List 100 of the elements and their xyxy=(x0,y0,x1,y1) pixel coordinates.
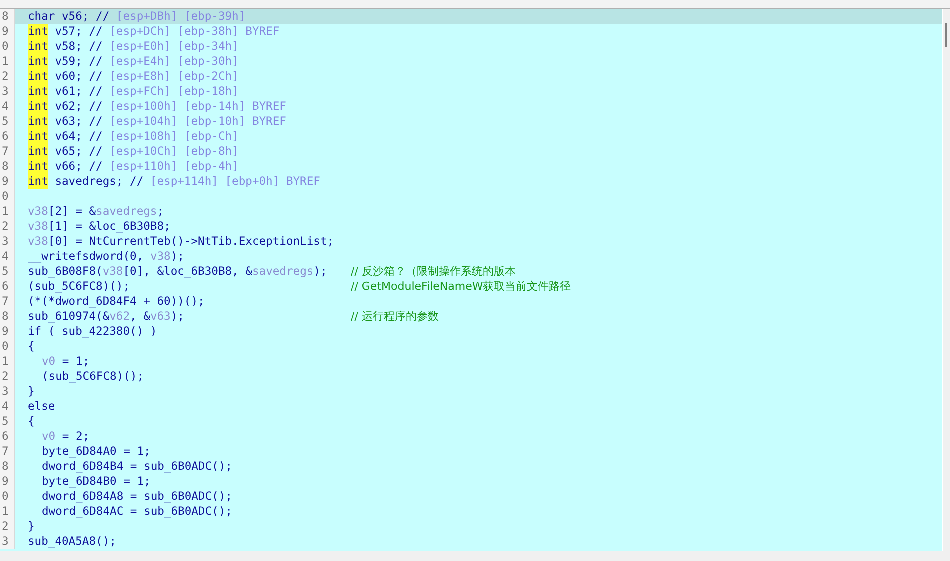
variable-name: v38 xyxy=(150,249,171,264)
line-number: 2 xyxy=(0,219,15,234)
line-number: 5 xyxy=(0,114,15,129)
line-number: 2 xyxy=(0,69,15,84)
keyword-highlight: int xyxy=(28,129,48,144)
code-text: ); xyxy=(314,264,328,279)
code-text: { xyxy=(28,339,35,354)
variable-name: v38 xyxy=(102,264,124,279)
code-text: = 2; xyxy=(61,429,90,444)
code-line[interactable]: 3 int v61; // [esp+FCh] [ebp-18h] xyxy=(0,84,942,99)
stack-comment: [esp+110h] [ebp-4h] xyxy=(108,159,239,174)
stack-comment: [esp+E0h] [ebp-34h] xyxy=(108,39,239,54)
code-line[interactable]: 1 int v59; // [esp+E4h] [ebp-30h] xyxy=(0,54,942,69)
line-number: 0 xyxy=(0,489,15,504)
line-number: 6 xyxy=(0,429,15,444)
variable-name: v62 xyxy=(110,309,130,324)
line-number: 7 xyxy=(0,444,15,459)
keyword-highlight: int xyxy=(28,54,48,69)
code-line[interactable]: 0 xyxy=(0,189,942,204)
code-line[interactable]: 8 sub_610974(&v62, &v63); // 运行程序的参数 xyxy=(0,309,942,324)
code-line[interactable]: 9 if ( sub_422380() ) xyxy=(0,324,942,339)
code-line[interactable]: 8 int v66; // [esp+110h] [ebp-4h] xyxy=(0,159,942,174)
keyword-highlight: int xyxy=(28,24,48,39)
code-line[interactable]: 1 v0 = 1; xyxy=(0,354,942,369)
code-text: __writefsdword(0, xyxy=(28,249,145,264)
line-number: 4 xyxy=(0,99,15,114)
code-line[interactable]: 4 int v62; // [esp+100h] [ebp-14h] BYREF xyxy=(0,99,942,114)
variable-name: v38 xyxy=(28,234,48,249)
line-number: 3 xyxy=(0,234,15,249)
keyword-highlight: int xyxy=(28,174,48,189)
line-number: 0 xyxy=(0,339,15,354)
variable-name: v0 xyxy=(42,354,56,369)
code-text: (*(*dword_6D84F4 + 60))(); xyxy=(28,294,205,309)
code-text: else xyxy=(28,399,56,414)
line-number: 6 xyxy=(0,279,15,294)
line-number: 8 xyxy=(0,309,15,324)
line-number: 1 xyxy=(0,204,15,219)
code-line[interactable]: 1 dword_6D84AC = sub_6B0ADC(); xyxy=(0,504,942,519)
line-number: 9 xyxy=(0,474,15,489)
stack-comment: [esp+10Ch] [ebp-8h] xyxy=(108,144,239,159)
variable-name: v0 xyxy=(42,429,56,444)
code-line[interactable]: 0 int v58; // [esp+E0h] [ebp-34h] xyxy=(0,39,942,54)
code-line[interactable]: 2 v38[1] = &loc_6B30B8; xyxy=(0,219,942,234)
scrollbar-thumb[interactable] xyxy=(945,23,947,47)
code-text: if ( sub_422380() ) xyxy=(28,324,158,339)
code-text: , & xyxy=(130,309,150,324)
code-line[interactable]: 9 int savedregs; // [esp+114h] [ebp+0h] BYREF xyxy=(0,174,942,189)
stack-comment: [esp+E4h] [ebp-30h] xyxy=(108,54,239,69)
code-line[interactable]: 7 byte_6D84A0 = 1; xyxy=(0,444,942,459)
code-comment: // 反沙箱？（限制操作系统的版本 xyxy=(351,264,516,279)
code-line[interactable]: 6 int v64; // [esp+108h] [ebp-Ch] xyxy=(0,129,942,144)
line-number: 3 xyxy=(0,84,15,99)
code-line[interactable]: 9 int v57; // [esp+DCh] [ebp-38h] BYREF xyxy=(0,24,942,39)
line-number: 7 xyxy=(0,294,15,309)
code-text: { xyxy=(28,414,35,429)
code-line[interactable]: 8 dword_6D84B4 = sub_6B0ADC(); xyxy=(0,459,942,474)
line-number: 5 xyxy=(0,264,15,279)
code-line[interactable]: 3 v38[0] = NtCurrentTeb()->NtTib.ExceptionList; xyxy=(0,234,942,249)
code-line[interactable]: 4 __writefsdword(0, v38); xyxy=(0,249,942,264)
code-line[interactable]: 3 } xyxy=(0,384,942,399)
code-line[interactable]: 7 (*(*dword_6D84F4 + 60))(); xyxy=(0,294,942,309)
code-line[interactable]: 2 } xyxy=(0,519,942,534)
code-line[interactable]: 5 sub_6B08F8(v38[0], &loc_6B30B8, &savedregs); // 反沙箱？（限制操作系统的版本 xyxy=(0,264,942,279)
code-text: sub_6B08F8( xyxy=(28,264,103,279)
code-text: } xyxy=(28,519,35,534)
code-line[interactable]: 3 sub_40A5A8(); xyxy=(0,534,942,549)
code-text: v65; // xyxy=(54,144,103,159)
stack-comment: [esp+FCh] [ebp-18h] xyxy=(108,84,239,99)
keyword-highlight: int xyxy=(28,39,48,54)
stack-comment: [esp+DCh] [ebp-38h] BYREF xyxy=(108,24,280,39)
code-line[interactable]: 6 (sub_5C6FC8)(); // GetModuleFileNameW获取当前文件路径 xyxy=(0,279,942,294)
code-text: v58; // xyxy=(54,39,103,54)
keyword-highlight: int xyxy=(28,114,48,129)
code-text: v62; // xyxy=(54,99,103,114)
code-text: [2] = & xyxy=(48,204,96,219)
code-line[interactable]: 5 { xyxy=(0,414,942,429)
stack-comment: [esp+DBh] [ebp-39h] xyxy=(115,9,246,24)
line-number: 8 xyxy=(0,9,15,24)
code-text: = 1; xyxy=(61,354,90,369)
code-line[interactable]: 0 { xyxy=(0,339,942,354)
line-number: 0 xyxy=(0,39,15,54)
line-number: 3 xyxy=(0,384,15,399)
stack-comment: [esp+114h] [ebp+0h] BYREF xyxy=(149,174,320,189)
code-line[interactable]: 7 int v65; // [esp+10Ch] [ebp-8h] xyxy=(0,144,942,159)
code-text: byte_6D84A0 = 1; xyxy=(42,444,151,459)
code-line[interactable]: 6 v0 = 2; xyxy=(0,429,942,444)
code-comment: // 运行程序的参数 xyxy=(351,309,439,324)
code-text: sub_610974(& xyxy=(28,309,110,324)
code-line[interactable]: 2 (sub_5C6FC8)(); xyxy=(0,369,942,384)
code-line[interactable]: 4 else xyxy=(0,399,942,414)
code-text: char v56; // xyxy=(28,9,110,24)
line-number: 5 xyxy=(0,414,15,429)
code-text: } xyxy=(28,384,35,399)
code-line[interactable]: 5 int v63; // [esp+104h] [ebp-10h] BYREF xyxy=(0,114,942,129)
code-line[interactable]: 9 byte_6D84B0 = 1; xyxy=(0,474,942,489)
code-line[interactable]: 0 dword_6D84A8 = sub_6B0ADC(); xyxy=(0,489,942,504)
code-line[interactable]: 1 v38[2] = &savedregs; xyxy=(0,204,942,219)
code-line[interactable]: 2 int v60; // [esp+E8h] [ebp-2Ch] xyxy=(0,69,942,84)
variable-name: v38 xyxy=(28,219,48,234)
line-number: 9 xyxy=(0,24,15,39)
